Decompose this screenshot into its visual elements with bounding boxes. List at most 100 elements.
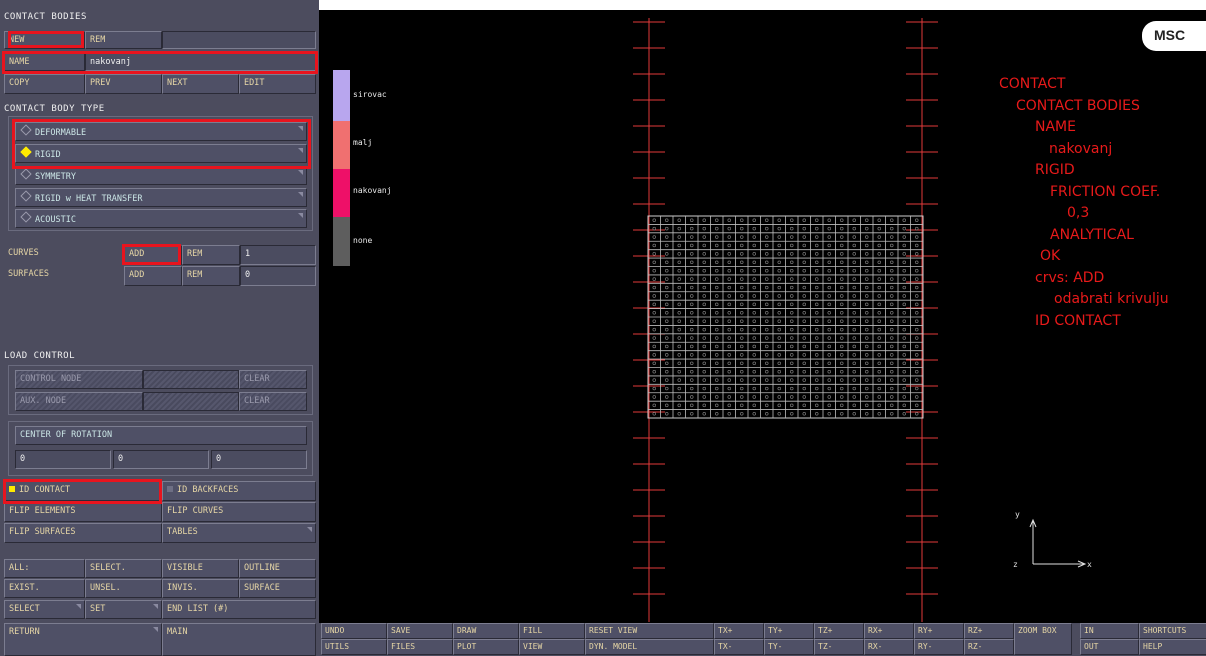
rotation-y-field[interactable]: 0	[113, 450, 209, 469]
body-type-rigid[interactable]: RIGID	[15, 144, 307, 163]
mesh-node	[702, 403, 706, 408]
copy-button[interactable]: COPY	[4, 74, 85, 94]
mesh-node	[765, 226, 769, 231]
name-field[interactable]: nakovanj	[85, 53, 316, 71]
toolbar-rz--button[interactable]: RZ-	[964, 639, 1014, 655]
prev-button[interactable]: PREV	[85, 74, 162, 94]
toolbar-help-button[interactable]: HELP	[1139, 639, 1206, 655]
clear-aux-button[interactable]: CLEAR	[239, 392, 307, 411]
select-button[interactable]: SELECT	[4, 600, 85, 619]
mesh-node	[652, 269, 656, 273]
mesh-node	[827, 285, 831, 290]
rotation-z-field[interactable]: 0	[211, 450, 307, 469]
clear-control-button[interactable]: CLEAR	[239, 370, 307, 389]
center-of-rotation-button[interactable]: CENTER OF ROTATION	[15, 426, 307, 445]
flip-curves-button[interactable]: FLIP CURVES	[162, 502, 316, 522]
toolbar-out-button[interactable]: OUT	[1080, 639, 1139, 655]
flip-surfaces-button[interactable]: FLIP SURFACES	[4, 523, 162, 543]
body-type-label: RIGID w HEAT TRANSFER	[35, 194, 143, 204]
toolbar-tz--button[interactable]: TZ+	[814, 623, 864, 639]
rem-button[interactable]: REM	[85, 31, 162, 49]
toolbar-tz--button[interactable]: TZ-	[814, 639, 864, 655]
flip-elements-button[interactable]: FLIP ELEMENTS	[4, 502, 162, 522]
set-button[interactable]: SET	[85, 600, 162, 619]
toolbar-zoom-box-button[interactable]: ZOOM BOX	[1014, 623, 1072, 655]
mesh-node	[727, 235, 731, 239]
toolbar-ry--button[interactable]: RY+	[914, 623, 964, 639]
mesh-node	[652, 319, 656, 323]
toolbar-undo-button[interactable]: UNDO	[321, 623, 387, 639]
mesh-node	[752, 386, 756, 391]
mesh-node	[915, 269, 919, 273]
mesh-node	[690, 226, 694, 231]
legend-label: malj	[353, 138, 373, 147]
body-type-rigid-heat[interactable]: RIGID w HEAT TRANSFER	[15, 188, 307, 207]
curves-rem-button[interactable]: REM	[182, 245, 240, 265]
surface-button[interactable]: SURFACE	[239, 579, 316, 598]
edit-button[interactable]: EDIT	[239, 74, 316, 94]
toolbar-save-button[interactable]: SAVE	[387, 623, 453, 639]
surfaces-add-button[interactable]: ADD	[124, 266, 182, 286]
outline-button[interactable]: OUTLINE	[239, 559, 316, 578]
select-all-button[interactable]: SELECT.	[85, 559, 162, 578]
new-button[interactable]: NEW	[4, 31, 85, 49]
toolbar-fill-button[interactable]: FILL	[519, 623, 585, 639]
mesh-node	[765, 235, 769, 239]
toolbar-rz--button[interactable]: RZ+	[964, 623, 1014, 639]
toolbar-rx--button[interactable]: RX-	[864, 639, 914, 655]
graphics-viewport[interactable]: sirovac malj nakovanj none MSC y z x CON…	[319, 10, 1206, 623]
mesh-node	[740, 311, 744, 315]
toolbar-view-button[interactable]: VIEW	[519, 639, 585, 655]
return-button[interactable]: RETURN	[4, 623, 162, 656]
toolbar-tx--button[interactable]: TX-	[714, 639, 764, 655]
mesh-node	[665, 235, 669, 239]
mesh-node	[802, 226, 806, 231]
toolbar-utils-button[interactable]: UTILS	[321, 639, 387, 655]
next-button[interactable]: NEXT	[162, 74, 239, 94]
toolbar-reset-view-button[interactable]: RESET VIEW	[585, 623, 714, 639]
end-list-button[interactable]: END LIST (#)	[162, 600, 316, 619]
toolbar-plot-button[interactable]: PLOT	[453, 639, 519, 655]
toolbar-draw-button[interactable]: DRAW	[453, 623, 519, 639]
mesh-node	[915, 294, 919, 298]
exist-button[interactable]: EXIST.	[4, 579, 85, 598]
mesh-node	[790, 395, 794, 399]
mesh-node	[690, 311, 694, 315]
surfaces-rem-button[interactable]: REM	[182, 266, 240, 286]
id-backfaces-toggle[interactable]: ID BACKFACES	[162, 481, 316, 501]
body-type-acoustic[interactable]: ACOUSTIC	[15, 209, 307, 228]
mesh-node	[665, 336, 669, 340]
mesh-node	[840, 302, 844, 307]
toolbar-dyn-model-button[interactable]: DYN. MODEL	[585, 639, 714, 655]
mesh-node	[777, 353, 781, 357]
mesh-node	[715, 226, 719, 231]
tables-button[interactable]: TABLES	[162, 523, 316, 543]
toolbar-tx--button[interactable]: TX+	[714, 623, 764, 639]
visible-button[interactable]: VISIBLE	[162, 559, 239, 578]
mesh-node	[902, 378, 906, 382]
mesh-node	[790, 370, 794, 374]
toolbar-ty--button[interactable]: TY-	[764, 639, 814, 655]
mesh-node	[902, 277, 906, 281]
aux-node-button[interactable]: AUX. NODE	[15, 392, 143, 411]
body-type-deformable[interactable]: DEFORMABLE	[15, 122, 307, 141]
body-type-symmetry[interactable]: SYMMETRY	[15, 166, 307, 185]
id-contact-toggle[interactable]: ID CONTACT	[4, 481, 162, 501]
toolbar-ty--button[interactable]: TY+	[764, 623, 814, 639]
name-button[interactable]: NAME	[4, 53, 85, 71]
mesh-node	[865, 395, 869, 399]
unsel-button[interactable]: UNSEL.	[85, 579, 162, 598]
toolbar-files-button[interactable]: FILES	[387, 639, 453, 655]
mesh-node	[752, 302, 756, 307]
main-button[interactable]: MAIN	[162, 623, 316, 656]
toolbar-ry--button[interactable]: RY-	[914, 639, 964, 655]
rotation-x-field[interactable]: 0	[15, 450, 111, 469]
curves-add-button[interactable]: ADD	[124, 245, 182, 265]
toolbar-rx--button[interactable]: RX+	[864, 623, 914, 639]
mesh-node	[852, 311, 856, 315]
toolbar-in-button[interactable]: IN	[1080, 623, 1139, 639]
invis-button[interactable]: INVIS.	[162, 579, 239, 598]
mesh-node	[852, 285, 856, 290]
toolbar-shortcuts-button[interactable]: SHORTCUTS	[1139, 623, 1206, 639]
control-node-button[interactable]: CONTROL NODE	[15, 370, 143, 389]
